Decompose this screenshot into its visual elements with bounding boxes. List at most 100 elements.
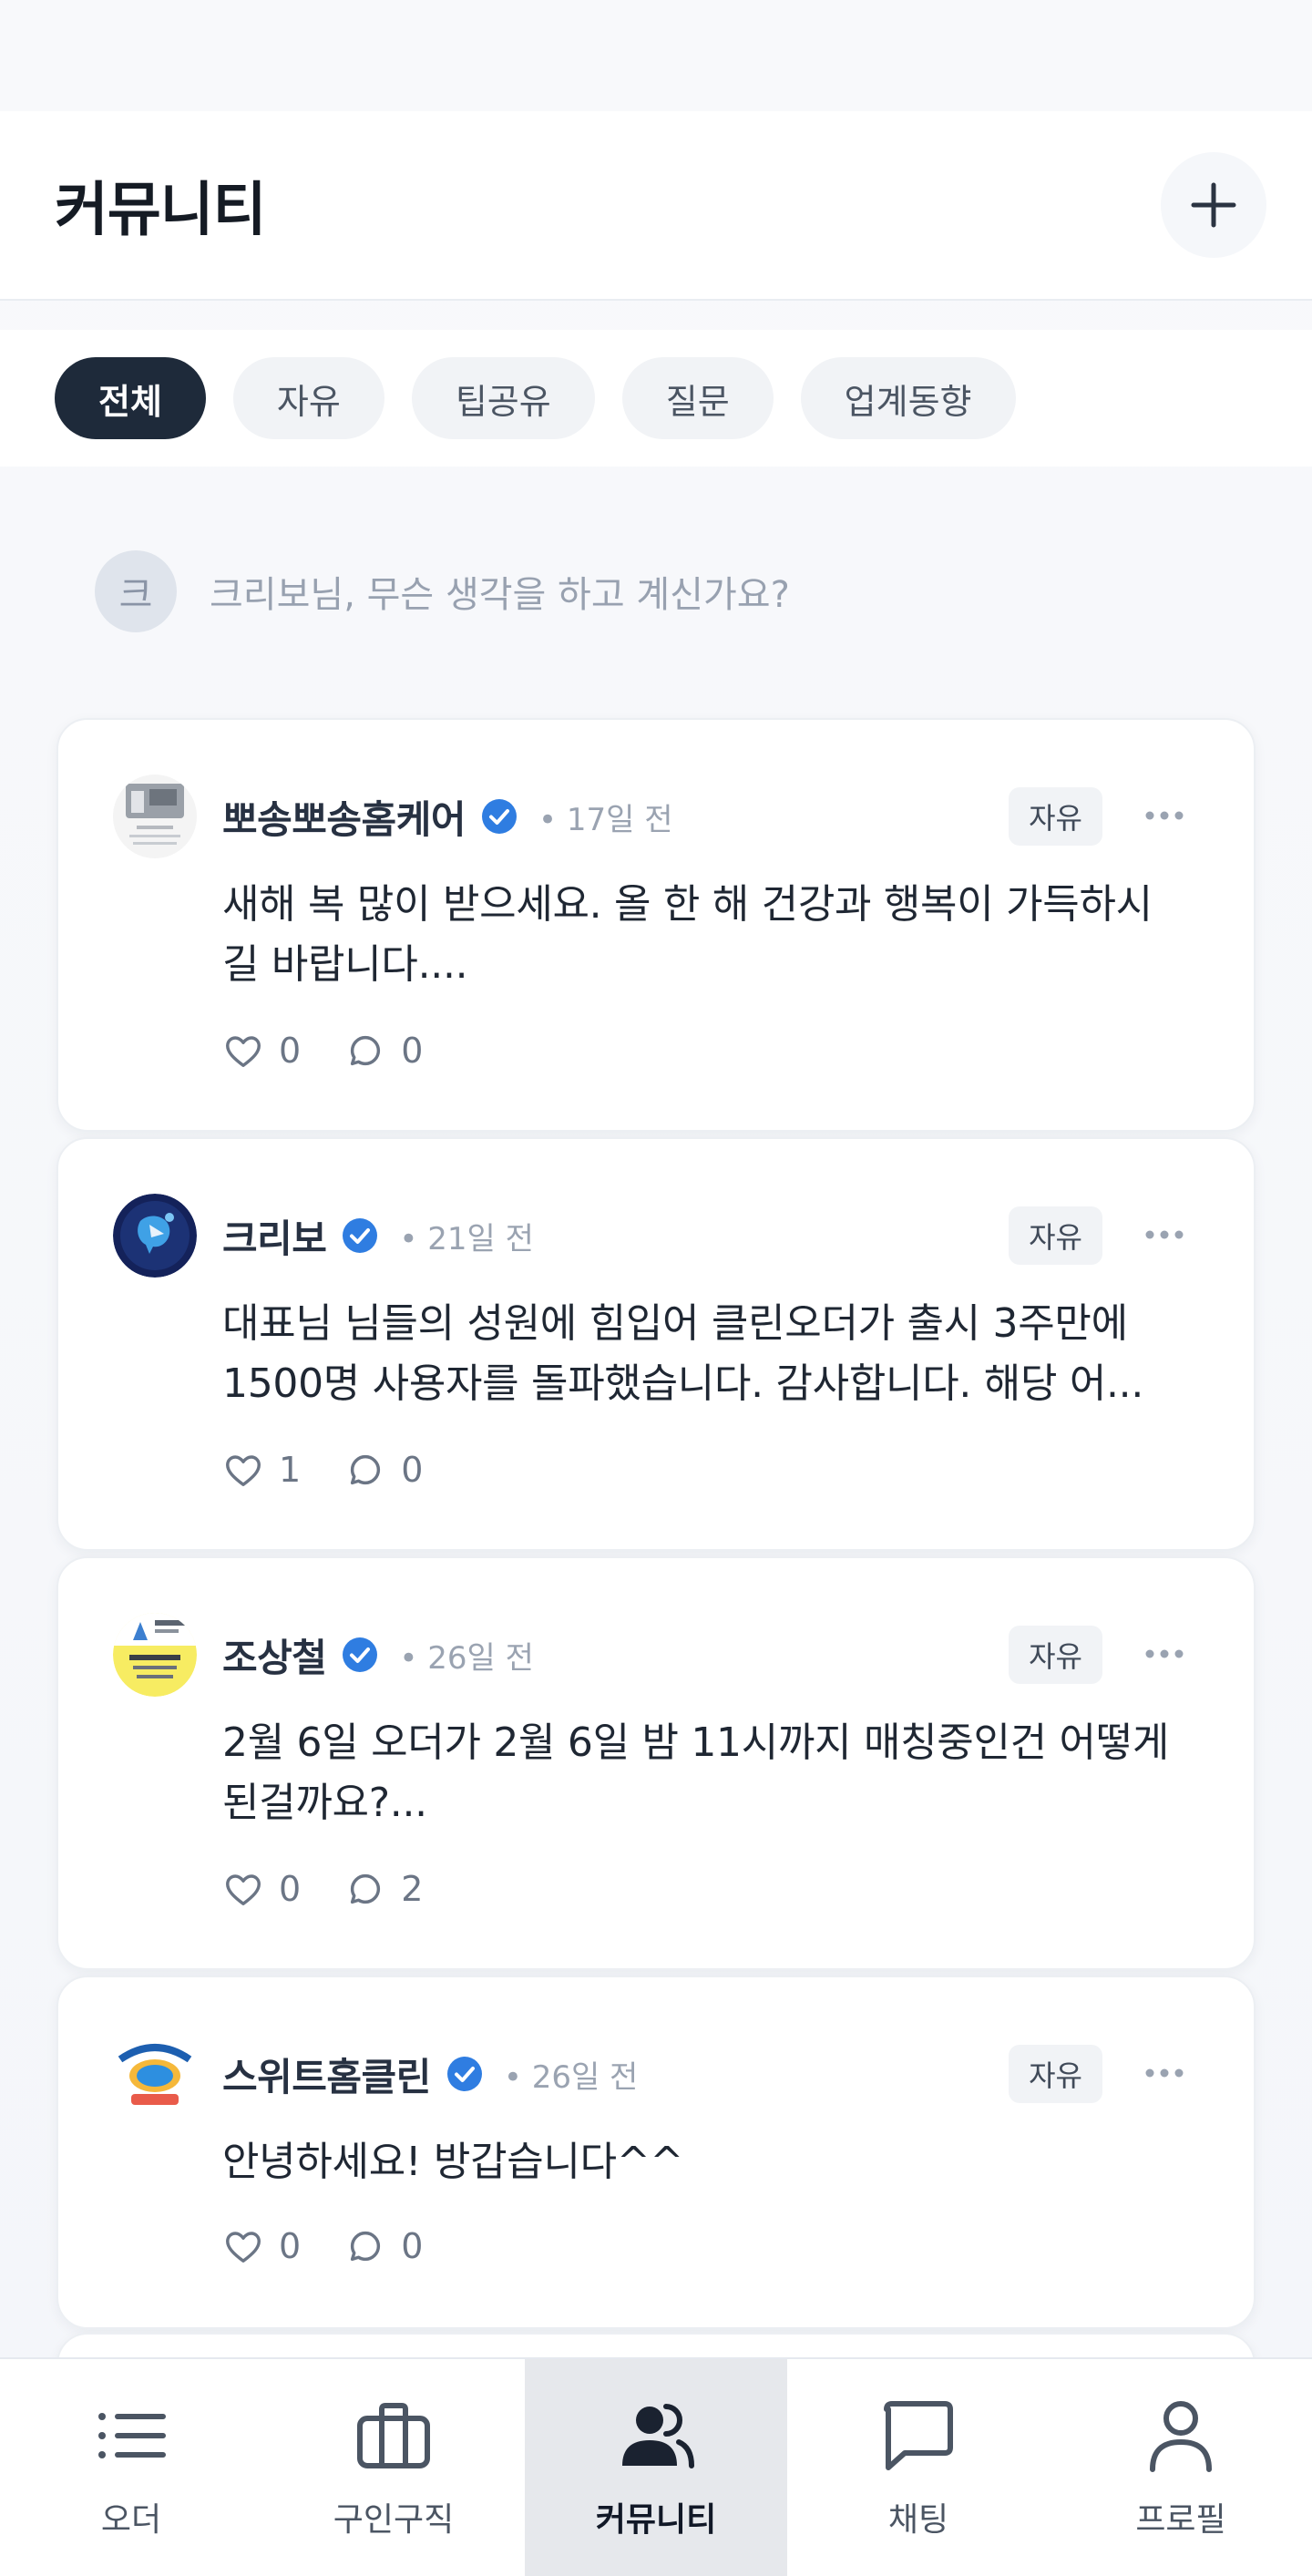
nav-label: 프로필: [1135, 2501, 1226, 2539]
post-body[interactable]: 안녕하세요! 방갑습니다^^: [222, 2132, 1188, 2192]
avatar[interactable]: [113, 775, 197, 858]
post-body-line: 길 바랍니다....: [222, 941, 468, 988]
tab-all[interactable]: 전체: [55, 357, 206, 439]
category-badge: 자유: [1009, 1206, 1102, 1265]
post-body[interactable]: 2월 6일 오더가 2월 6일 밤 11시까지 매칭중인건 어떻게 된걸까요?.…: [222, 1713, 1188, 1833]
post-card[interactable]: 스위트홈클린 • 26일 전 자유 안녕하세요! 방갑습니다^^ 0 0: [56, 1976, 1256, 2329]
nav-jobs[interactable]: 구인구직: [262, 2359, 525, 2576]
post-time: • 26일 전: [399, 1639, 534, 1677]
comment-button[interactable]: 0: [344, 1449, 423, 1491]
category-badge: 자유: [1009, 1626, 1102, 1684]
app-header: 커뮤니티: [0, 111, 1312, 301]
like-button[interactable]: 0: [222, 1868, 301, 1910]
nav-community[interactable]: 커뮤니티: [525, 2359, 787, 2576]
category-badge: 자유: [1009, 787, 1102, 846]
avatar[interactable]: [113, 1613, 197, 1697]
like-button[interactable]: 0: [222, 1030, 301, 1072]
post-header: 크리보 • 21일 전: [222, 1208, 534, 1263]
post-stats: 0 0: [222, 1028, 450, 1073]
comment-icon: [351, 2231, 381, 2262]
list-icon: [98, 2413, 166, 2458]
author-name[interactable]: 뽀송뽀송홈케어: [222, 789, 466, 845]
category-tabs: 전체 자유 팁공유 질문 업계동향: [0, 330, 1312, 467]
comment-icon: [351, 1035, 381, 1066]
post-body-line: 1500명 사용자를 돌파했습니다. 감사합니다. 해당 어...: [222, 1360, 1144, 1407]
nav-orders[interactable]: 오더: [0, 2359, 262, 2576]
comment-count: 0: [401, 1031, 424, 1071]
like-count: 1: [279, 1450, 302, 1490]
nav-label: 채팅: [887, 2501, 949, 2539]
heart-icon: [226, 1455, 261, 1487]
post-body-line: 된걸까요?...: [222, 1780, 427, 1826]
comment-button[interactable]: 2: [344, 1868, 423, 1910]
comment-count: 0: [401, 1450, 424, 1490]
tab-industry[interactable]: 업계동향: [800, 357, 1016, 439]
verified-icon: [481, 799, 517, 834]
tab-free[interactable]: 자유: [232, 357, 384, 439]
nav-profile[interactable]: 프로필: [1050, 2359, 1312, 2576]
comment-count: 2: [401, 1869, 424, 1909]
like-count: 0: [279, 1869, 302, 1909]
nav-label: 커뮤니티: [595, 2501, 717, 2539]
post-stats: 0 0: [222, 2223, 450, 2269]
community-screen: 커뮤니티 전체 자유 팁공유 질문 업계동향 크 크리보님, 무슨 생각을 하고…: [0, 0, 1312, 2576]
post-body-line: 새해 복 많이 받으세요. 올 한 해 건강과 행복이 가득하시: [222, 881, 1153, 928]
comment-icon: [351, 1454, 381, 1485]
page-title: 커뮤니티: [55, 177, 267, 244]
nav-chat[interactable]: 채팅: [787, 2359, 1050, 2576]
add-post-button[interactable]: [1161, 152, 1266, 258]
post-body-line: 대표님 님들의 성원에 힘입어 클린오더가 출시 3주만에: [222, 1300, 1128, 1347]
like-button[interactable]: 1: [222, 1449, 301, 1491]
author-name[interactable]: 스위트홈클린: [222, 2047, 431, 2102]
verified-icon: [343, 1218, 378, 1253]
post-time: • 17일 전: [538, 801, 673, 838]
author-name[interactable]: 크리보: [222, 1208, 327, 1264]
user-icon: [1150, 2401, 1212, 2472]
post-header: 뽀송뽀송홈케어 • 17일 전: [222, 789, 672, 844]
post-card[interactable]: 크리보 • 21일 전 자유 대표님 님들의 성원에 힘입어 클린오더가 출시 …: [56, 1137, 1256, 1551]
like-count: 0: [279, 1031, 302, 1071]
users-icon: [622, 2404, 694, 2468]
like-count: 0: [279, 2226, 302, 2266]
author-name[interactable]: 조상철: [222, 1627, 327, 1683]
post-body-line: 2월 6일 오더가 2월 6일 밤 11시까지 매칭중인건 어떻게: [222, 1719, 1170, 1766]
avatar[interactable]: [113, 2032, 197, 2116]
verified-icon: [446, 2057, 482, 2091]
nav-label: 구인구직: [333, 2501, 455, 2539]
bottom-nav: 오더 구인구직 커뮤니티 채팅 프로필: [0, 2357, 1312, 2576]
comment-count: 0: [401, 2226, 424, 2266]
chat-icon: [884, 2401, 953, 2470]
heart-icon: [226, 1874, 261, 1906]
comment-button[interactable]: 0: [344, 2225, 423, 2267]
comment-icon: [351, 1873, 381, 1904]
avatar[interactable]: [113, 1194, 197, 1278]
post-body[interactable]: 새해 복 많이 받으세요. 올 한 해 건강과 행복이 가득하시 길 바랍니다.…: [222, 875, 1188, 995]
post-stats: 0 2: [222, 1866, 450, 1912]
briefcase-icon: [357, 2403, 430, 2468]
more-icon[interactable]: [1144, 2059, 1184, 2087]
nav-label: 오더: [100, 2501, 162, 2539]
verified-icon: [343, 1637, 378, 1672]
like-button[interactable]: 0: [222, 2225, 301, 2267]
post-card[interactable]: 뽀송뽀송홈케어 • 17일 전 자유 새해 복 많이 받으세요. 올 한 해 건…: [56, 718, 1256, 1132]
comment-button[interactable]: 0: [344, 1030, 423, 1072]
plus-icon: [1191, 182, 1236, 228]
heart-icon: [226, 1036, 261, 1068]
tab-tips[interactable]: 팁공유: [411, 357, 595, 439]
post-time: • 21일 전: [399, 1220, 534, 1257]
more-icon[interactable]: [1144, 1221, 1184, 1248]
post-body[interactable]: 대표님 님들의 성원에 힘입어 클린오더가 출시 3주만에 1500명 사용자를…: [222, 1294, 1188, 1414]
post-card[interactable]: 조상철 • 26일 전 자유 2월 6일 오더가 2월 6일 밤 11시까지 매…: [56, 1556, 1256, 1970]
category-badge: 자유: [1009, 2045, 1102, 2103]
more-icon[interactable]: [1144, 802, 1184, 829]
composer-input[interactable]: 크리보님, 무슨 생각을 하고 계신가요?: [210, 565, 790, 618]
post-time: • 26일 전: [503, 2058, 639, 2096]
post-header: 조상철 • 26일 전: [222, 1627, 534, 1682]
more-icon[interactable]: [1144, 1640, 1184, 1668]
avatar: 크: [95, 550, 177, 632]
tab-question[interactable]: 질문: [621, 357, 774, 439]
post-body-line: 안녕하세요! 방갑습니다^^: [222, 2139, 683, 2185]
post-header: 스위트홈클린 • 26일 전: [222, 2047, 638, 2101]
heart-icon: [226, 2232, 261, 2263]
post-composer[interactable]: 크 크리보님, 무슨 생각을 하고 계신가요?: [95, 550, 790, 632]
